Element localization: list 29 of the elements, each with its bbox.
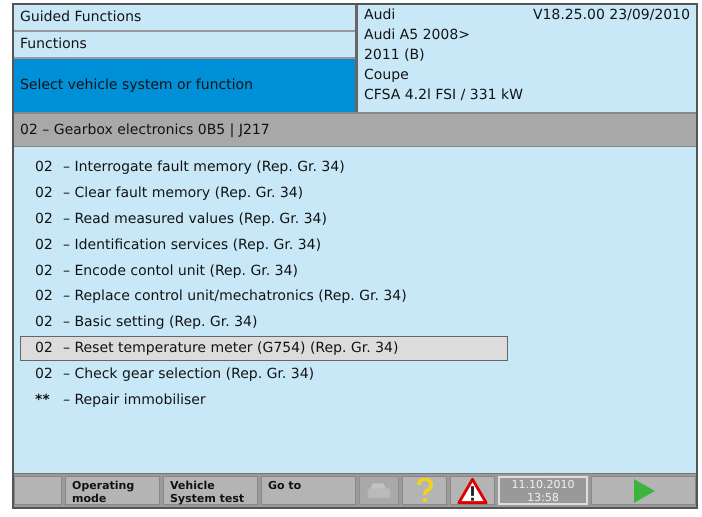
toolbar-button[interactable]: Vehicle System test bbox=[163, 476, 258, 505]
function-item[interactable]: 02 – Read measured values (Rep. Gr. 34) bbox=[20, 206, 508, 232]
warning-icon bbox=[457, 476, 488, 504]
version-text: V18.25.00 23/09/2010 bbox=[532, 6, 690, 25]
warning-button[interactable] bbox=[450, 476, 495, 505]
system-title-bar: 02 – Gearbox electronics 0B5 | J217 bbox=[14, 114, 696, 147]
play-icon bbox=[632, 478, 656, 504]
function-item[interactable]: 02 – Encode contol unit (Rep. Gr. 34) bbox=[20, 258, 508, 284]
toolbar-button[interactable]: Operating mode bbox=[65, 476, 160, 505]
breadcrumb-item[interactable]: Select vehicle system or function bbox=[14, 59, 355, 112]
toolbar-button[interactable]: Go to bbox=[261, 476, 356, 505]
function-item[interactable]: 02 – Replace control unit/mechatronics (Rep. Gr. 34) bbox=[20, 284, 508, 310]
function-item[interactable]: 02 – Basic setting (Rep. Gr. 34) bbox=[20, 310, 508, 336]
function-item[interactable]: ** – Repair immobiliser bbox=[20, 387, 508, 413]
function-item[interactable]: 02 – Identification services (Rep. Gr. 34) bbox=[20, 232, 508, 258]
vehicle-detail: CFSA 4.2l FSI / 331 kW bbox=[364, 86, 524, 105]
play-button[interactable] bbox=[591, 476, 696, 505]
time-text: 13:58 bbox=[527, 490, 559, 504]
vehicle-make: Audi bbox=[364, 6, 396, 25]
vehicle-detail: 2011 (B) bbox=[364, 46, 426, 65]
function-item[interactable]: 02 – Interrogate fault memory (Rep. Gr. 34) bbox=[20, 155, 508, 181]
function-item[interactable]: 02 – Check gear selection (Rep. Gr. 34) bbox=[20, 361, 508, 388]
function-item[interactable]: 02 – Clear fault memory (Rep. Gr. 34) bbox=[20, 180, 508, 207]
function-item[interactable]: 02 – Reset temperature meter (G754) (Rep. Gr. 34) bbox=[20, 336, 508, 362]
toolbar-button[interactable] bbox=[14, 476, 62, 505]
date-text: 11.10.2010 bbox=[512, 478, 574, 490]
help-icon bbox=[416, 478, 434, 504]
vehicle-detail: Coupe bbox=[364, 66, 410, 85]
vehicle-detail: Audi A5 2008> bbox=[364, 26, 471, 45]
